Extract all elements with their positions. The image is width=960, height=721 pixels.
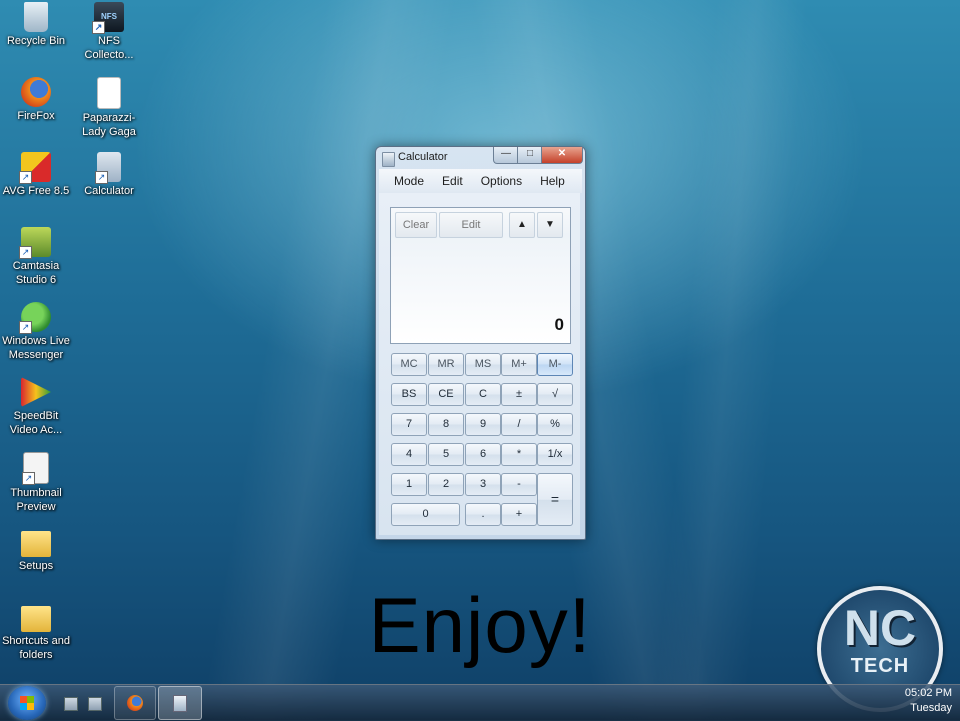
desktop-icon-label: AVG Free 8.5 — [2, 185, 70, 197]
desktop-icon-label: Thumbnail Preview — [10, 487, 62, 513]
calculator-app-icon — [382, 152, 395, 167]
show-desktop-icon[interactable] — [64, 697, 78, 711]
desktop-icon-label: Camtasia Studio 6 — [12, 260, 60, 286]
document-icon — [97, 77, 121, 109]
desktop-icon-messenger[interactable]: Windows Live Messenger — [0, 302, 72, 362]
key-7[interactable]: 7 — [391, 413, 427, 436]
messenger-icon — [19, 302, 51, 334]
thumbnail-preview-icon — [22, 452, 49, 485]
desktop-icon-speedbit[interactable]: SpeedBit Video Ac... — [0, 377, 72, 437]
key-backspace[interactable]: BS — [391, 383, 427, 406]
desktop-icon-paparazzi[interactable]: Paparazzi- Lady Gaga — [73, 77, 145, 139]
display-value: 0 — [554, 315, 564, 334]
switch-windows-icon[interactable] — [88, 697, 102, 711]
desktop-icon-setups[interactable]: Setups — [0, 527, 72, 573]
key-9[interactable]: 9 — [465, 413, 501, 436]
taskbar: 05:02 PM Tuesday — [0, 684, 960, 721]
key-1[interactable]: 1 — [391, 473, 427, 496]
avg-icon — [19, 152, 51, 184]
logo-text-secondary: TECH — [850, 655, 910, 677]
desktop-icon-label: Setups — [18, 560, 54, 572]
desktop-icon-thumbnail-preview[interactable]: Thumbnail Preview — [0, 452, 72, 514]
key-6[interactable]: 6 — [465, 443, 501, 466]
key-clear[interactable]: C — [465, 383, 501, 406]
desktop-icon-label: FireFox — [17, 110, 55, 122]
desktop-icon-label: Windows Live Messenger — [2, 335, 70, 361]
desktop-icon-label: Paparazzi- Lady Gaga — [82, 112, 136, 138]
key-m-plus[interactable]: M+ — [501, 353, 537, 376]
start-button[interactable] — [8, 686, 46, 720]
overlay-caption: Enjoy! — [368, 581, 592, 669]
logo-text-primary: NC — [843, 600, 917, 656]
desktop-icon-firefox[interactable]: FireFox — [0, 77, 72, 123]
desktop-icon-avg[interactable]: AVG Free 8.5 — [0, 152, 72, 198]
calculator-body: Clear Edit ▲ ▼ 0 MC MR MS M+ M- BS CE C … — [379, 193, 580, 535]
windows-logo-icon — [20, 696, 34, 710]
calculator-shortcut-icon — [95, 152, 121, 184]
key-3[interactable]: 3 — [465, 473, 501, 496]
key-5[interactable]: 5 — [428, 443, 464, 466]
key-m-minus[interactable]: M- — [537, 353, 573, 376]
key-equals[interactable]: = — [537, 473, 573, 526]
maximize-button[interactable]: □ — [517, 147, 543, 164]
key-2[interactable]: 2 — [428, 473, 464, 496]
desktop-icon-label: Calculator — [84, 185, 134, 197]
folder-icon — [21, 531, 51, 557]
key-4[interactable]: 4 — [391, 443, 427, 466]
key-8[interactable]: 8 — [428, 413, 464, 436]
taskbar-firefox-button[interactable] — [114, 686, 156, 720]
history-up-button[interactable]: ▲ — [509, 212, 535, 238]
minimize-button[interactable]: — — [493, 147, 519, 164]
desktop-icon-calculator[interactable]: Calculator — [73, 152, 145, 198]
history-clear-button[interactable]: Clear — [395, 212, 437, 238]
nfs-collection-icon: NFS — [92, 2, 124, 34]
menu-mode[interactable]: Mode — [385, 174, 433, 188]
key-decimal[interactable]: . — [465, 503, 501, 526]
key-add[interactable]: + — [501, 503, 537, 526]
close-button[interactable]: ✕ — [541, 147, 583, 164]
desktop-icon-recycle-bin[interactable]: Recycle Bin — [0, 2, 72, 48]
key-reciprocal[interactable]: 1/x — [537, 443, 573, 466]
key-subtract[interactable]: - — [501, 473, 537, 496]
history-down-button[interactable]: ▼ — [537, 212, 563, 238]
title-bar[interactable]: Calculator — □ ✕ — [376, 147, 585, 169]
desktop-icon-label: NFS Collecto... — [84, 35, 134, 61]
clock-day: Tuesday — [910, 702, 952, 714]
desktop-icon-nfs[interactable]: NFS NFS Collecto... — [73, 2, 145, 62]
menu-bar: Mode Edit Options Help — [379, 169, 582, 193]
key-multiply[interactable]: * — [501, 443, 537, 466]
menu-edit[interactable]: Edit — [433, 174, 472, 188]
taskbar-clock[interactable]: 05:02 PM Tuesday — [905, 686, 952, 716]
key-clear-entry[interactable]: CE — [428, 383, 464, 406]
key-plus-minus[interactable]: ± — [501, 383, 537, 406]
clock-time: 05:02 PM — [904, 687, 952, 699]
menu-options[interactable]: Options — [472, 174, 531, 188]
key-0[interactable]: 0 — [391, 503, 460, 526]
window-title: Calculator — [398, 151, 448, 163]
key-divide[interactable]: / — [501, 413, 537, 436]
system-tray[interactable] — [840, 689, 890, 717]
camtasia-icon — [19, 227, 51, 259]
key-square-root[interactable]: √ — [537, 383, 573, 406]
desktop-icon-camtasia[interactable]: Camtasia Studio 6 — [0, 227, 72, 287]
key-mc[interactable]: MC — [391, 353, 427, 376]
desktop-icon-label: SpeedBit Video Ac... — [9, 410, 63, 436]
calculator-window[interactable]: Calculator — □ ✕ Mode Edit Options Help … — [375, 146, 586, 540]
history-edit-button[interactable]: Edit — [439, 212, 503, 238]
calculator-display: Clear Edit ▲ ▼ 0 — [390, 207, 571, 344]
recycle-bin-icon — [24, 2, 48, 32]
speedbit-icon — [21, 377, 51, 407]
desktop-icon-label: Recycle Bin — [6, 35, 66, 47]
key-percent[interactable]: % — [537, 413, 573, 436]
key-ms[interactable]: MS — [465, 353, 501, 376]
key-mr[interactable]: MR — [428, 353, 464, 376]
menu-help[interactable]: Help — [531, 174, 574, 188]
history-bar: Clear Edit ▲ ▼ — [395, 212, 564, 238]
taskbar-calculator-button[interactable] — [158, 686, 202, 720]
firefox-icon — [21, 77, 51, 107]
